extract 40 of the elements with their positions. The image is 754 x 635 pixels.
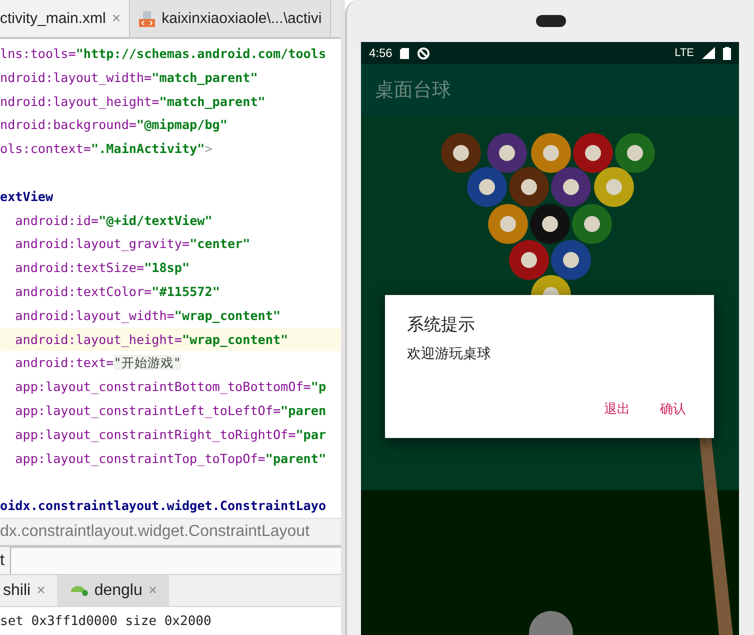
android-icon [71, 586, 88, 596]
code-line: extView [0, 188, 54, 206]
run-tab[interactable]: shili × [0, 575, 58, 606]
filter-field[interactable] [11, 546, 341, 574]
status-time: 4:56 [369, 46, 392, 60]
code-line: lns:tools="http://schemas.android.com/tools [0, 45, 326, 63]
code-line: ndroid:layout_height="match_parent" [0, 92, 266, 111]
signal-icon [702, 47, 715, 59]
code-line: android:layout_height="wrap_content" [14, 330, 288, 349]
log-line: set 0x3ff1d0000 size 0x2000 [0, 612, 212, 631]
code-line: app:layout_constraintTop_toTopOf="parent" [14, 450, 326, 468]
editor-tab[interactable]: kaixinxiaoxiaole\...\activi [130, 0, 331, 37]
code-line: android:text="开始游戏" [14, 354, 181, 372]
earpiece-icon [536, 15, 566, 27]
code-line: ols:context=".MainActivity"> [0, 140, 212, 158]
xml-file-icon [138, 10, 156, 28]
code-line: android:layout_gravity="center" [14, 235, 250, 254]
run-tab[interactable]: denglu × [57, 575, 170, 606]
dialog-message: 欢迎游玩桌球 [407, 345, 492, 363]
code-line: android:textSize="18sp" [14, 259, 190, 278]
battery-icon [723, 46, 731, 60]
dialog-title: 系统提示 [407, 314, 476, 336]
blocked-icon [417, 46, 430, 60]
code-line: app:layout_constraintRight_toRightOf="par [14, 426, 326, 444]
code-line: ndroid:layout_width="match_parent" [0, 68, 258, 87]
code-line: oidx.constraintlayout.widget.ConstraintLayo [0, 497, 326, 516]
dialog-button[interactable]: 确认 [654, 396, 692, 422]
network-type: LTE [674, 47, 694, 59]
code-line: ndroid:background="@mipmap/bg" [0, 116, 228, 134]
cue-ball-drawing [529, 611, 573, 635]
code-line: app:layout_constraintBottom_toBottomOf="p [14, 378, 326, 396]
app-title: 桌面台球 [375, 78, 451, 102]
dialog-button[interactable]: 退出 [598, 396, 636, 422]
code-line: app:layout_constraintLeft_toLeftOf="paren [14, 402, 326, 420]
code-line: android:id="@+id/textView" [14, 212, 212, 230]
code-line: android:layout_width="wrap_content" [14, 306, 281, 325]
code-line: android:textColor="#115572" [14, 282, 220, 301]
editor-tab[interactable]: ctivity_main.xml × [0, 0, 130, 37]
sd-card-icon [400, 48, 410, 58]
breadcrumb-bar: dx.constraintlayout.widget.ConstraintLayout [0, 518, 341, 547]
